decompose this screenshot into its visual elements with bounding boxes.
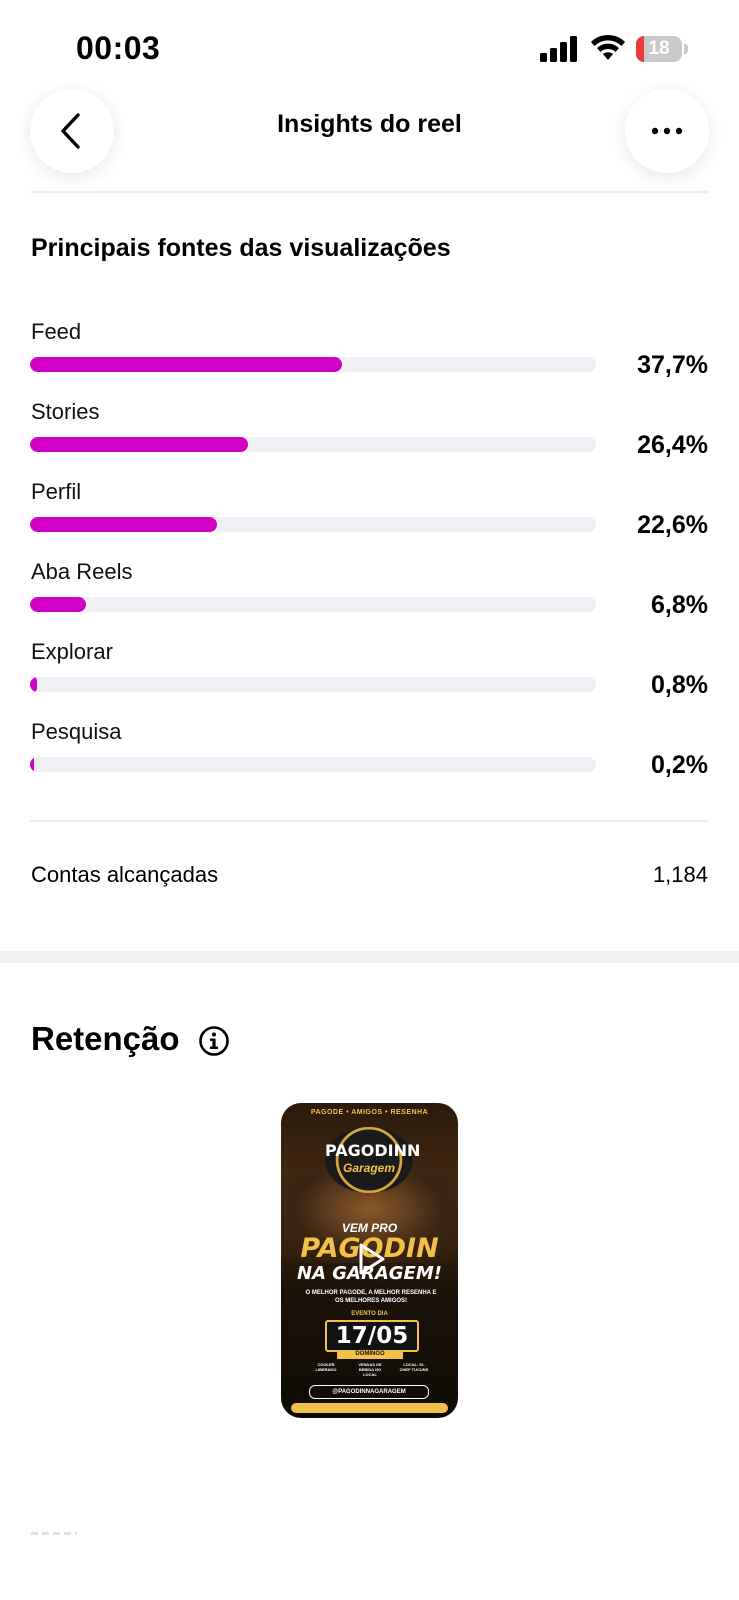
source-bar-track bbox=[30, 357, 596, 372]
status-time: 00:03 bbox=[76, 30, 161, 66]
source-bar-track bbox=[30, 677, 596, 692]
cellular-signal-icon bbox=[540, 36, 577, 62]
source-label: Pesquisa bbox=[31, 719, 122, 744]
header-divider bbox=[30, 191, 708, 193]
source-value: 26,4% bbox=[637, 431, 708, 459]
source-row-stories: Stories 26,4% bbox=[0, 399, 739, 479]
thumbnail-subline: O MELHOR PAGODE, A MELHOR RESENHA E OS M… bbox=[305, 1290, 437, 1304]
source-bar-fill bbox=[30, 757, 34, 772]
thumbnail-logo: PAGODINN Garagem bbox=[325, 1127, 421, 1193]
section-separator bbox=[0, 951, 739, 963]
source-label: Perfil bbox=[31, 479, 82, 504]
thumbnail-handle: @PAGODINNAGARAGEM bbox=[309, 1385, 429, 1399]
sources-divider bbox=[30, 820, 708, 822]
thumbnail-logo-line1: PAGODINN bbox=[325, 1141, 421, 1160]
battery-level-text: 18 bbox=[648, 38, 670, 59]
thumbnail-date: 17/05 bbox=[325, 1320, 419, 1352]
source-bar-fill bbox=[30, 677, 37, 692]
source-bar-track bbox=[30, 437, 596, 452]
wifi-icon bbox=[591, 34, 625, 60]
source-bar-fill bbox=[30, 597, 87, 612]
source-value: 37,7% bbox=[637, 351, 708, 379]
source-value: 6,8% bbox=[651, 591, 708, 619]
bottom-scroll-hint bbox=[31, 1532, 77, 1535]
more-options-button[interactable] bbox=[625, 89, 709, 173]
source-label: Explorar bbox=[31, 639, 113, 664]
source-label: Feed bbox=[31, 319, 82, 344]
source-bar-track bbox=[30, 517, 596, 532]
battery-icon: 18 bbox=[636, 36, 688, 62]
source-value: 0,8% bbox=[651, 671, 708, 699]
reel-thumbnail[interactable]: PAGODE • AMIGOS • RESENHA PAGODINN Garag… bbox=[281, 1103, 458, 1418]
source-bar-fill bbox=[30, 517, 217, 532]
source-bar-track bbox=[30, 757, 596, 772]
thumbnail-feature: VENDAS DE BEBIDA NO LOCAL bbox=[358, 1362, 382, 1377]
source-value: 22,6% bbox=[637, 511, 708, 539]
thumbnail-day: DOMINGO bbox=[337, 1350, 403, 1359]
source-bar-fill bbox=[30, 357, 342, 372]
source-bar-track bbox=[30, 597, 596, 612]
retention-title: Retenção bbox=[31, 1020, 180, 1057]
info-icon[interactable] bbox=[198, 1025, 230, 1057]
source-value: 0,2% bbox=[651, 751, 708, 779]
source-row-feed: Feed 37,7% bbox=[0, 319, 739, 399]
reach-value: 1,184 bbox=[652, 862, 708, 887]
source-row-perfil: Perfil 22,6% bbox=[0, 479, 739, 559]
thumbnail-event-label: EVENTO DIA bbox=[351, 1311, 388, 1317]
play-icon bbox=[359, 1243, 385, 1275]
thumbnail-feature: LOCAL: EL CHEF TUCUNS bbox=[399, 1362, 429, 1372]
thumbnail-footer-bar bbox=[291, 1403, 448, 1413]
source-row-pesquisa: Pesquisa 0,2% bbox=[0, 719, 739, 799]
thumbnail-logo-line2: Garagem bbox=[342, 1161, 396, 1175]
reach-label: Contas alcançadas bbox=[31, 862, 219, 887]
source-label: Stories bbox=[31, 399, 100, 424]
thumbnail-tagline: PAGODE • AMIGOS • RESENHA bbox=[310, 1109, 429, 1116]
source-label: Aba Reels bbox=[31, 559, 133, 584]
thumbnail-features: COOLER LIBERADO VENDAS DE BEBIDA NO LOCA… bbox=[311, 1362, 429, 1382]
source-bar-fill bbox=[30, 437, 249, 452]
ellipsis-icon bbox=[651, 127, 683, 135]
source-row-aba-reels: Aba Reels 6,8% bbox=[0, 559, 739, 639]
thumbnail-feature: COOLER LIBERADO bbox=[315, 1362, 337, 1372]
status-bar: 00:03 18 bbox=[0, 0, 739, 96]
source-row-explorar: Explorar 0,8% bbox=[0, 639, 739, 719]
sources-title: Principais fontes das visualizações bbox=[31, 234, 451, 262]
